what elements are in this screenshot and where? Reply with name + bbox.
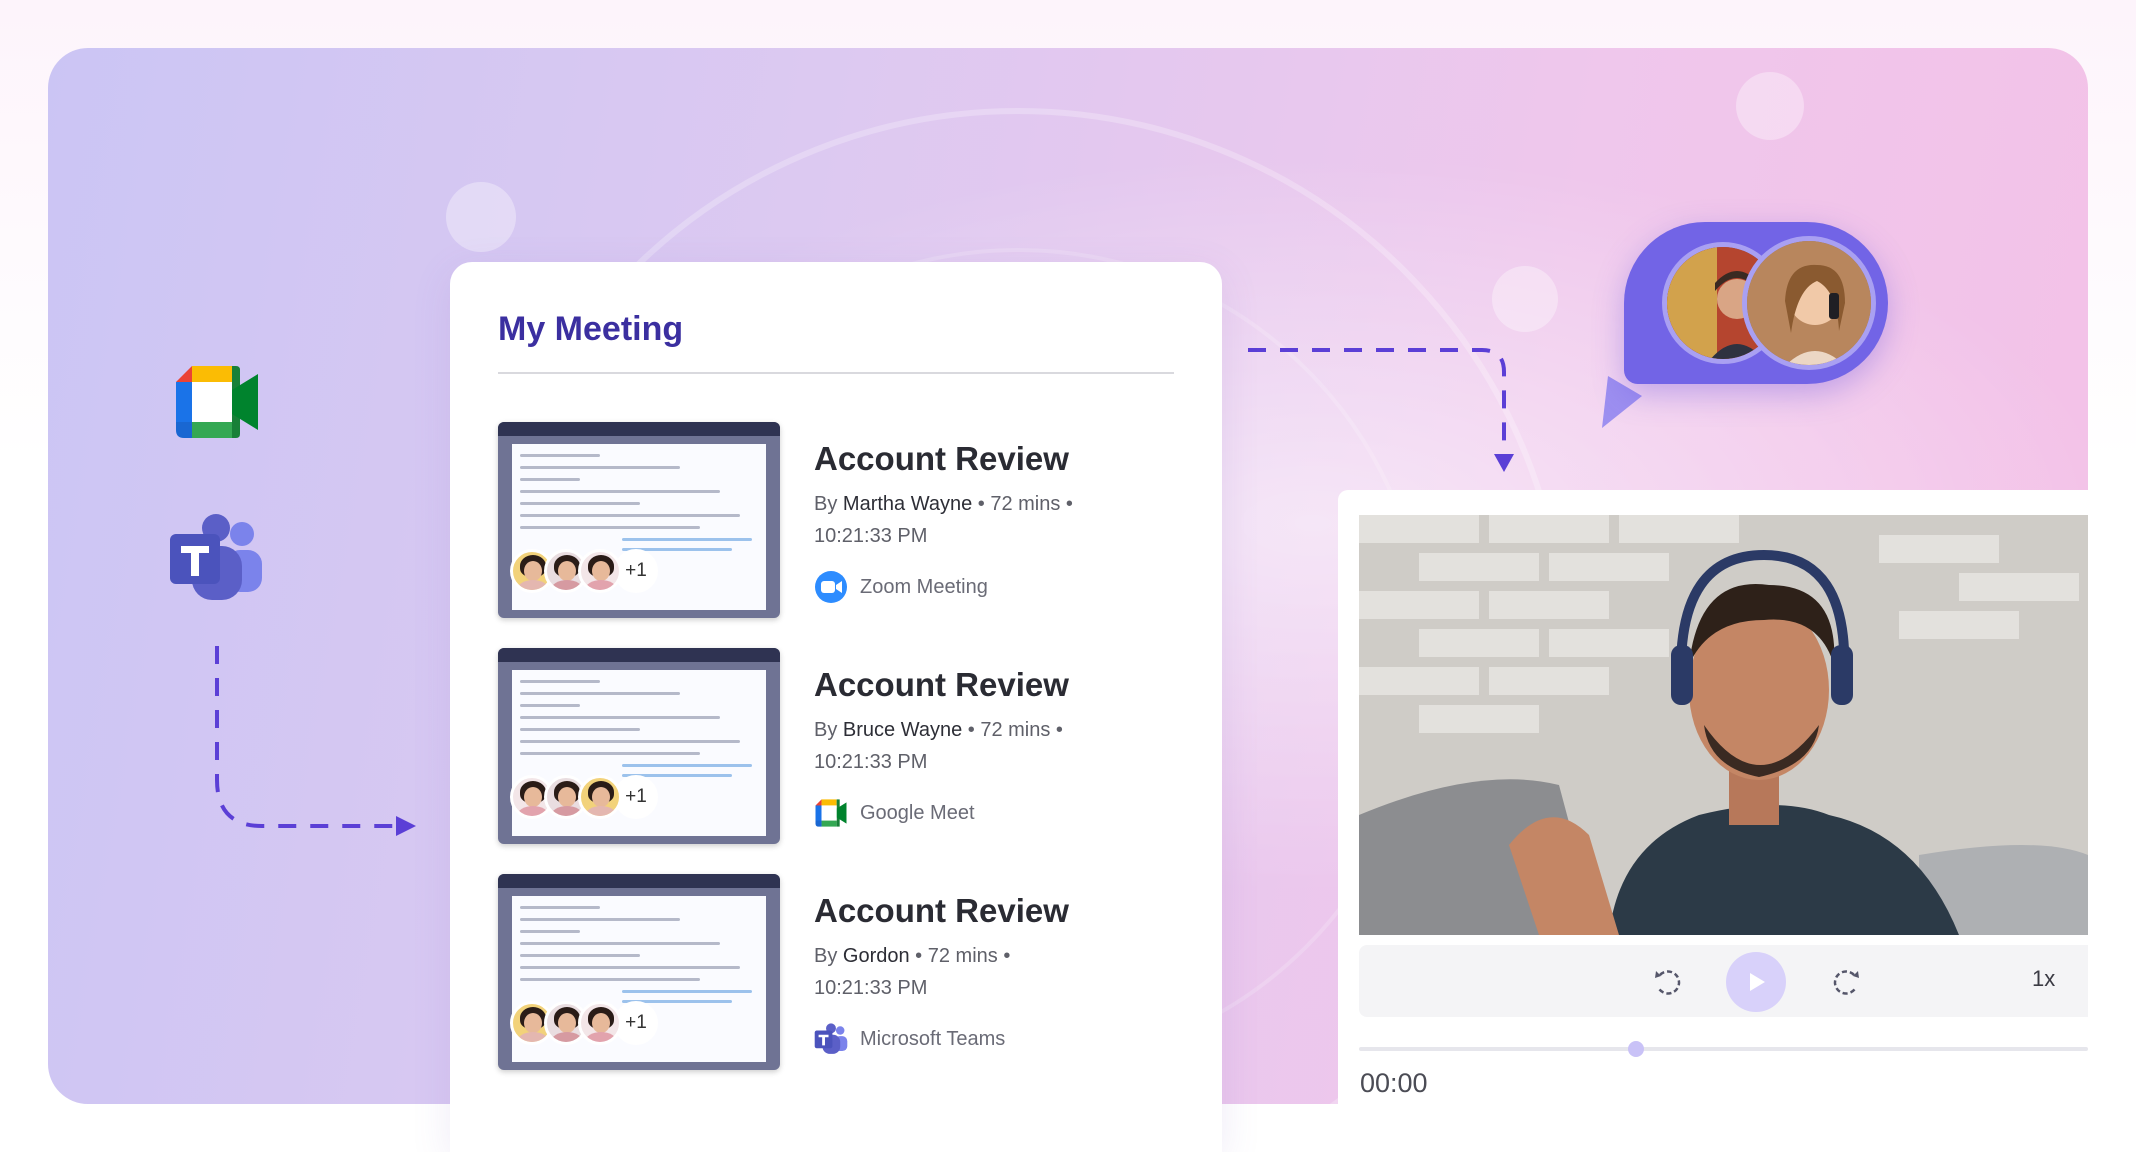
meeting-time: 10:21:33 PM — [814, 977, 928, 999]
meeting-platform: Zoom Meeting — [814, 570, 988, 604]
participant-avatar — [578, 775, 622, 819]
current-time: 00:00 — [1360, 1068, 1428, 1098]
zoom-icon — [814, 570, 848, 604]
participant-avatar — [578, 549, 622, 593]
play-button[interactable] — [1726, 952, 1786, 1012]
platform-label: Zoom Meeting — [860, 575, 988, 598]
platform-label: Google Meet — [860, 801, 975, 824]
meeting-duration: • 72 mins • — [972, 493, 1073, 515]
caller-avatar — [1742, 236, 1876, 370]
microsoft-teams-icon — [814, 1022, 848, 1056]
meeting-duration: • 72 mins • — [962, 719, 1063, 741]
rewind-icon[interactable] — [1648, 962, 1688, 1002]
meeting-title[interactable]: Account Review — [814, 892, 1069, 930]
participant-avatar — [578, 1001, 622, 1045]
meeting-time: 10:21:33 PM — [814, 525, 928, 547]
card-title: My Meeting — [498, 310, 684, 348]
meeting-author: Gordon — [842, 945, 910, 967]
meeting-platform: Microsoft Teams — [814, 1022, 1005, 1056]
microsoft-teams-app-icon[interactable] — [168, 514, 264, 602]
platform-label: Microsoft Teams — [860, 1027, 1006, 1050]
playback-speed[interactable]: 1x — [2032, 966, 2055, 992]
forward-icon[interactable] — [1826, 962, 1866, 1002]
by-prefix: By — [814, 719, 843, 741]
meeting-meta: By Gordon • 72 mins • 10:21:33 PM — [814, 940, 1134, 1004]
meeting-thumbnail[interactable]: +1 — [498, 648, 780, 844]
meeting-thumbnail[interactable]: +1 — [498, 422, 780, 618]
meeting-list-item[interactable]: +1 Account Review By Gordon • 72 mins • … — [498, 874, 1174, 1070]
meeting-title[interactable]: Account Review — [814, 440, 1069, 478]
meeting-duration: • 72 mins • — [909, 945, 1011, 967]
meeting-title[interactable]: Account Review — [814, 666, 1069, 704]
meeting-author: Bruce Wayne — [842, 719, 963, 741]
meeting-list-item[interactable]: +1 Account Review By Martha Wayne • 72 m… — [498, 422, 1174, 618]
meeting-platform: Google Meet — [814, 796, 975, 830]
video-frame[interactable] — [1359, 515, 2088, 935]
call-bubble — [1624, 222, 1888, 384]
player-controls — [1359, 945, 2088, 1017]
meeting-time: 10:21:33 PM — [814, 751, 928, 773]
meeting-thumbnail[interactable]: +1 — [498, 874, 780, 1070]
meeting-list-item[interactable]: +1 Account Review By Bruce Wayne • 72 mi… — [498, 648, 1174, 844]
meeting-meta: By Martha Wayne • 72 mins • 10:21:33 PM — [814, 488, 1134, 552]
meeting-author: Martha Wayne — [842, 493, 973, 515]
play-icon — [1750, 973, 1765, 991]
my-meeting-card: My Meeting +1 Account Review By Martha W… — [450, 262, 1222, 1152]
by-prefix: By — [814, 493, 843, 515]
progress-track[interactable] — [1359, 1047, 2088, 1051]
card-divider — [498, 372, 1174, 374]
google-meet-icon — [814, 796, 848, 830]
by-prefix: By — [814, 945, 843, 967]
meeting-meta: By Bruce Wayne • 72 mins • 10:21:33 PM — [814, 714, 1134, 778]
google-meet-app-icon[interactable] — [172, 362, 262, 442]
progress-thumb[interactable] — [1628, 1041, 1645, 1057]
